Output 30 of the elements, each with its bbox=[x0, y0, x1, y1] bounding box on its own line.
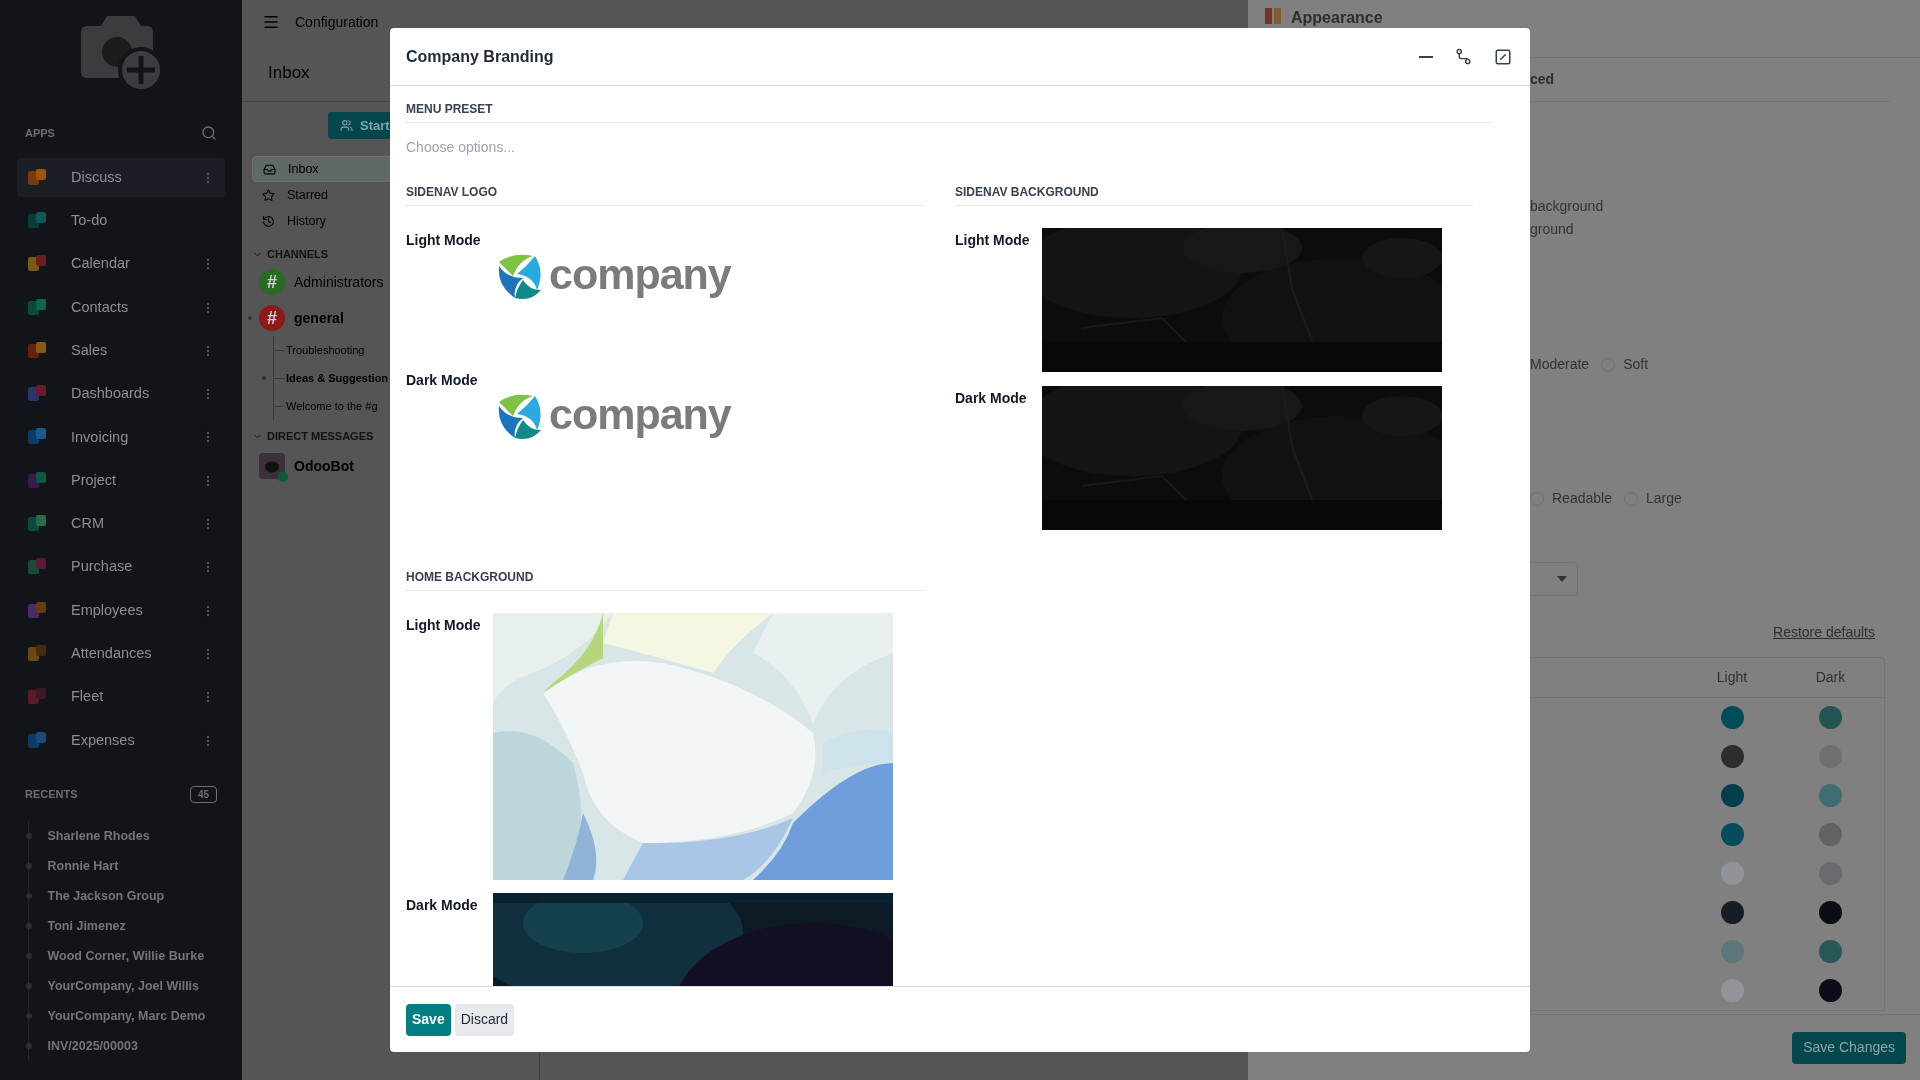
page-title: Inbox bbox=[268, 61, 310, 84]
column-header: Dark bbox=[1814, 668, 1847, 687]
logo-text: company bbox=[549, 392, 731, 436]
section-heading: SIDENAV BACKGROUND bbox=[955, 183, 1473, 206]
section-heading: RECENTS bbox=[25, 787, 78, 803]
field-label: Dark Mode bbox=[955, 389, 1028, 408]
radio-label: Readable bbox=[1552, 489, 1612, 508]
section-heading: CHANNELS bbox=[267, 246, 329, 262]
radio-label: Soft bbox=[1623, 355, 1649, 374]
section-heading: SIDENAV LOGO bbox=[406, 183, 924, 206]
field-label: Dark Mode bbox=[406, 371, 479, 390]
column-header: Light bbox=[1715, 668, 1749, 687]
count-badge: 45 bbox=[189, 786, 217, 804]
radio-label: Moderate bbox=[1530, 355, 1590, 374]
field-label: Light Mode bbox=[406, 616, 482, 635]
section-heading: DIRECT MESSAGES bbox=[267, 428, 374, 444]
section-heading: MENU PRESET bbox=[406, 100, 1492, 123]
section-heading: HOME BACKGROUND bbox=[406, 568, 924, 591]
field-label: Light Mode bbox=[955, 231, 1031, 250]
field-label: Dark Mode bbox=[406, 896, 479, 915]
radio-label: Large bbox=[1645, 489, 1682, 508]
panel-title: Appearance bbox=[1291, 8, 1383, 28]
option-label: background bbox=[1530, 198, 1605, 214]
field-label: Light Mode bbox=[406, 231, 482, 250]
option-label: ground bbox=[1530, 221, 1575, 237]
channel-avatar: # bbox=[259, 305, 285, 331]
dialog-title: Company Branding bbox=[406, 46, 554, 67]
logo-text: company bbox=[549, 252, 731, 296]
channel-avatar: # bbox=[259, 269, 285, 295]
section-heading: APPS bbox=[25, 125, 55, 141]
